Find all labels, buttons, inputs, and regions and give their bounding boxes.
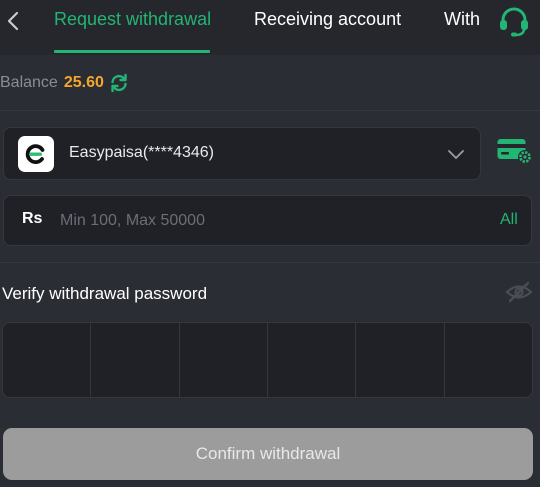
chevron-left-icon [7,11,19,31]
currency-symbol: Rs [22,210,43,227]
toggle-password-visibility[interactable] [505,280,533,304]
easypaisa-logo-icon [18,136,54,172]
verify-password-label: Verify withdrawal password [2,284,208,303]
card-settings-icon [497,139,532,164]
active-tab-indicator [54,50,210,53]
pin-digit-cell[interactable] [180,323,268,397]
refresh-balance-button[interactable] [109,73,129,93]
password-pin-input[interactable] [2,322,533,398]
section-divider [0,110,540,111]
section-divider [0,262,540,263]
back-button[interactable] [0,8,26,34]
headset-icon [500,7,528,37]
tab-receiving-account[interactable]: Receiving account [254,9,401,30]
balance-row: Balance 25.60 [0,70,129,96]
amount-field: Rs All [3,195,532,246]
tab-request-withdrawal[interactable]: Request withdrawal [54,9,211,30]
selected-account-name: Easypaisa(****4346) [69,144,214,161]
refresh-icon [111,73,127,93]
balance-label: Balance [0,74,58,91]
account-select[interactable]: Easypaisa(****4346) [3,127,481,180]
chevron-down-icon [448,150,464,159]
pin-digit-cell[interactable] [356,323,445,397]
pin-digit-cell[interactable] [445,323,532,397]
top-navigation: Request withdrawal Receiving account Wit… [0,0,540,55]
withdraw-all-button[interactable]: All [500,211,518,229]
tab-withdrawal-history[interactable]: With [444,9,480,30]
withdrawal-page: Request withdrawal Receiving account Wit… [0,0,540,487]
balance-value: 25.60 [63,74,104,91]
pin-digit-cell[interactable] [91,323,180,397]
pin-digit-cell[interactable] [268,323,357,397]
manage-accounts-button[interactable] [496,136,534,166]
customer-support-button[interactable] [497,5,531,39]
confirm-withdrawal-button[interactable]: Confirm withdrawal [3,428,533,480]
pin-digit-cell[interactable] [3,323,92,397]
eye-off-icon [505,281,533,303]
amount-input[interactable] [60,208,480,234]
